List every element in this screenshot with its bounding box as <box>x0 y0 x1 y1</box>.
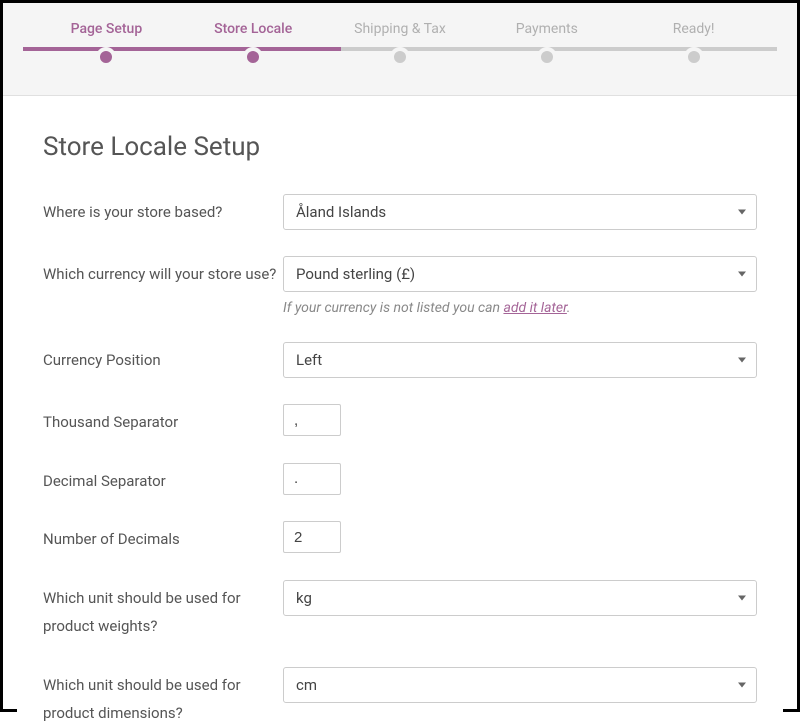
select-dimension-unit[interactable]: cm <box>283 667 757 703</box>
step-dot-icon <box>684 47 704 67</box>
input-number-of-decimals[interactable] <box>283 521 341 553</box>
step-dot-icon <box>243 47 263 67</box>
step-payments[interactable]: Payments <box>473 21 620 67</box>
row-weight-unit: Which unit should be used for product we… <box>43 580 757 641</box>
caret-down-icon <box>738 595 746 600</box>
currency-hint: If your currency is not listed you can a… <box>283 300 757 316</box>
caret-down-icon <box>738 210 746 215</box>
step-label: Store Locale <box>214 21 292 37</box>
step-label: Payments <box>516 21 578 37</box>
caret-down-icon <box>738 358 746 363</box>
label-thousand-separator: Thousand Separator <box>43 404 283 437</box>
select-value: Pound sterling (£) <box>296 265 415 283</box>
caret-down-icon <box>738 272 746 277</box>
step-label: Ready! <box>673 21 715 37</box>
form-card: Store Locale Setup Where is your store b… <box>17 96 783 728</box>
row-decimal-separator: Decimal Separator <box>43 463 757 496</box>
page-title: Store Locale Setup <box>43 132 757 162</box>
select-weight-unit[interactable]: kg <box>283 580 757 616</box>
select-currency-position[interactable]: Left <box>283 342 757 378</box>
step-ready[interactable]: Ready! <box>620 21 767 67</box>
select-value: cm <box>296 676 317 694</box>
label-dimension-unit: Which unit should be used for product di… <box>43 667 283 728</box>
input-decimal-separator[interactable] <box>283 463 341 495</box>
row-number-of-decimals: Number of Decimals <box>43 521 757 554</box>
step-dot-icon <box>390 47 410 67</box>
step-label: Shipping & Tax <box>354 21 446 37</box>
select-currency[interactable]: Pound sterling (£) <box>283 256 757 292</box>
step-dot-icon <box>537 47 557 67</box>
step-page-setup[interactable]: Page Setup <box>33 21 180 67</box>
wizard-stepper: Page Setup Store Locale Shipping & Tax P… <box>3 3 797 96</box>
step-dot-icon <box>96 47 116 67</box>
label-decimal-separator: Decimal Separator <box>43 463 283 496</box>
row-dimension-unit: Which unit should be used for product di… <box>43 667 757 728</box>
select-value: Left <box>296 351 322 369</box>
step-label: Page Setup <box>71 21 143 37</box>
select-value: Åland Islands <box>296 203 386 221</box>
label-currency: Which currency will your store use? <box>43 256 283 289</box>
caret-down-icon <box>738 682 746 687</box>
step-store-locale[interactable]: Store Locale <box>180 21 327 67</box>
step-shipping-tax[interactable]: Shipping & Tax <box>327 21 474 67</box>
input-thousand-separator[interactable] <box>283 404 341 436</box>
row-currency: Which currency will your store use? Poun… <box>43 256 757 316</box>
label-currency-position: Currency Position <box>43 342 283 375</box>
row-store-based: Where is your store based? Åland Islands <box>43 194 757 230</box>
add-currency-later-link[interactable]: add it later <box>503 300 566 316</box>
label-store-based: Where is your store based? <box>43 194 283 227</box>
label-weight-unit: Which unit should be used for product we… <box>43 580 283 641</box>
select-value: kg <box>296 589 312 607</box>
row-currency-position: Currency Position Left <box>43 342 757 378</box>
select-store-based[interactable]: Åland Islands <box>283 194 757 230</box>
row-thousand-separator: Thousand Separator <box>43 404 757 437</box>
label-number-of-decimals: Number of Decimals <box>43 521 283 554</box>
